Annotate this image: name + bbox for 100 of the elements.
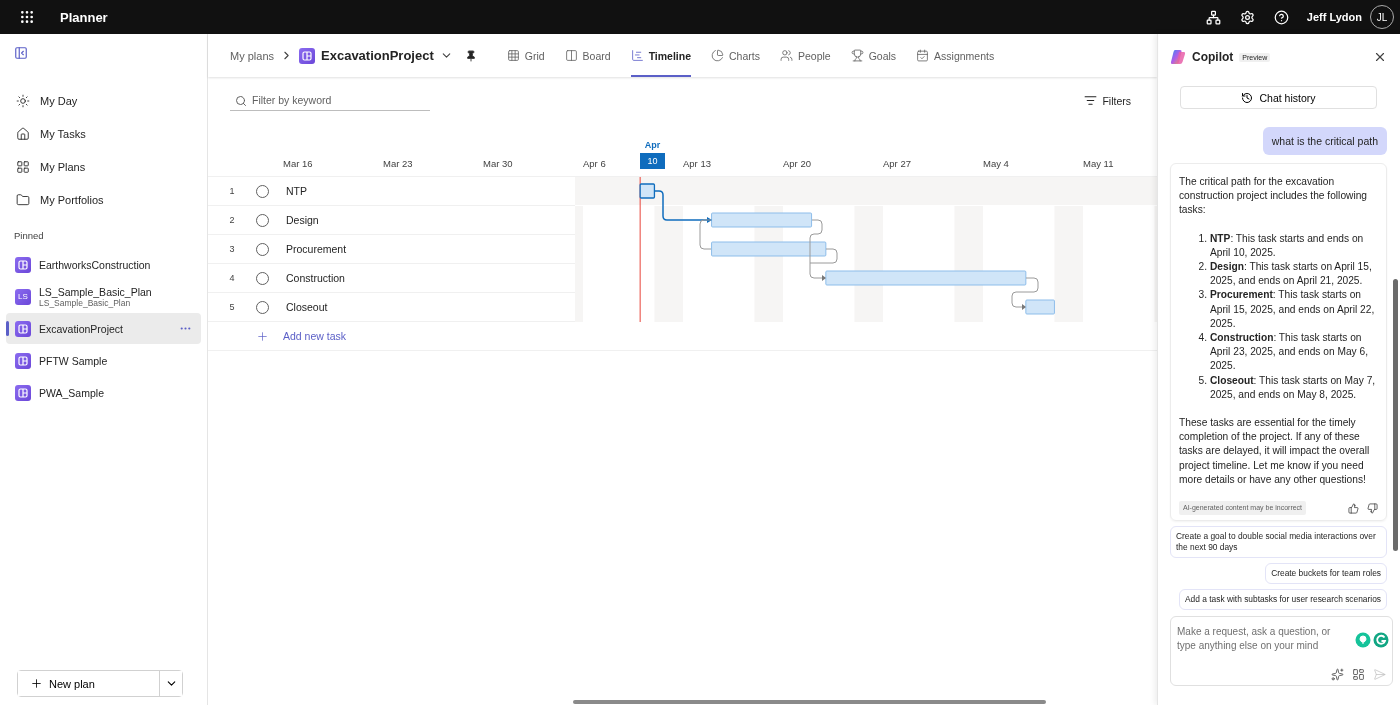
pinned-plan[interactable]: EarthworksConstruction <box>6 249 201 280</box>
view-tab[interactable]: Assignments <box>916 34 995 77</box>
grid-icon <box>506 49 520 62</box>
dependency-arrow <box>1011 277 1039 310</box>
plan-subtitle: LS_Sample_Basic_Plan <box>39 297 131 308</box>
dependency-line <box>699 219 712 250</box>
nav-item[interactable]: My Plans <box>6 150 201 183</box>
apps-icon[interactable] <box>1352 668 1365 682</box>
breadcrumb-link[interactable]: My plans <box>230 49 275 62</box>
plan-name: ExcavationProject <box>39 322 125 335</box>
week-label: May 4 <box>983 158 1009 169</box>
week-label: Mar 16 <box>283 158 313 169</box>
dependency-arrow <box>654 190 712 223</box>
today-marker: 10 <box>640 153 665 169</box>
user-name: Jeff Lydon <box>1306 11 1362 23</box>
list-number: 1. <box>1197 231 1207 246</box>
filter-icon <box>1084 94 1098 107</box>
view-tab[interactable]: Board <box>564 34 611 77</box>
list-item-text: Procurement: This task starts on April 15, 2025, and ends on April 22, 2025. <box>1210 288 1376 331</box>
view-tab[interactable]: Timeline <box>630 34 692 77</box>
sun-icon <box>16 93 30 108</box>
plan-title: ExcavationProject <box>321 48 434 63</box>
complete-checkbox[interactable] <box>256 242 269 256</box>
task-name[interactable]: Closeout <box>286 301 328 313</box>
board-icon <box>564 49 578 62</box>
composer-panel[interactable]: Make a request, ask a question, or type anything else on your mind <box>1170 616 1393 687</box>
nav-label: My Tasks <box>40 127 86 140</box>
row-number: 1 <box>228 186 236 196</box>
section-label: Pinned <box>13 230 45 241</box>
plan-icon <box>15 384 31 401</box>
pinned-plan[interactable]: LS LS_Sample_Basic_Plan LS_Sample_Basic_Plan <box>6 281 201 312</box>
pinned-plan[interactable]: PFTW Sample <box>6 345 201 376</box>
thumbs-down-icon[interactable] <box>1367 502 1378 514</box>
new-plan-button[interactable]: New plan <box>18 671 160 696</box>
search-icon <box>235 95 247 107</box>
nav-item[interactable]: My Tasks <box>6 117 201 150</box>
plan-name: PFTW Sample <box>39 354 109 367</box>
suggestion-chip[interactable]: Create buckets for team roles <box>1265 563 1387 585</box>
month-label: Apr <box>644 140 661 150</box>
task-name[interactable]: Procurement <box>286 243 347 255</box>
thumbs-up-icon[interactable] <box>1348 502 1359 514</box>
app-title: Planner <box>60 9 109 25</box>
response-text: The critical path for the excavation construction project includes the following tasks: <box>1179 175 1368 218</box>
panel-title: Copilot <box>1192 50 1234 64</box>
suggestion-chip[interactable]: Create a goal to double social media interactions over the next 90 days <box>1170 526 1387 559</box>
pinned-plan[interactable]: ExcavationProject <box>6 313 201 344</box>
view-tab[interactable]: Charts <box>711 34 760 77</box>
scrollbar[interactable] <box>1393 279 1398 551</box>
list-item-text: Closeout: This task starts on May 7, 2025, and ends on May 8, 2025. <box>1210 373 1377 402</box>
row-number: 5 <box>228 302 236 312</box>
timeline-icon <box>630 49 644 62</box>
pin-icon[interactable] <box>464 49 477 62</box>
folder-icon <box>16 192 30 207</box>
nav-item[interactable]: My Portfolios <box>6 183 201 216</box>
view-tab[interactable]: Goals <box>850 34 897 77</box>
pie-chart-icon <box>711 49 725 62</box>
sparkle-icon[interactable] <box>1331 668 1344 682</box>
search-field[interactable]: Filter by keyword <box>230 90 430 111</box>
list-item-text: Design: This task starts on April 15, 2025, and ends on April 21, 2025. <box>1210 260 1373 289</box>
plan-name: PWA_Sample <box>39 386 105 399</box>
task-name[interactable]: NTP <box>286 185 307 197</box>
trophy-icon <box>850 49 864 62</box>
row-number: 2 <box>228 215 236 225</box>
row-number: 3 <box>228 244 236 254</box>
week-label: Mar 23 <box>383 158 413 169</box>
grid-icon <box>16 159 30 174</box>
nav-label: My Portfolios <box>40 193 104 206</box>
plan-icon <box>299 47 316 64</box>
week-label: May 11 <box>1083 158 1114 169</box>
week-label: Apr 27 <box>883 158 911 169</box>
nav-item[interactable]: My Day <box>6 84 201 117</box>
calendar-icon <box>916 49 930 62</box>
list-item-text: NTP: This task starts and ends on April 10, 2025. <box>1210 231 1365 260</box>
task-name[interactable]: Construction <box>286 272 345 284</box>
filters-button[interactable]: Filters <box>1078 93 1137 108</box>
list-number: 3. <box>1197 288 1207 303</box>
week-label: Mar 30 <box>483 158 513 169</box>
view-tab[interactable]: People <box>779 34 831 77</box>
house-icon <box>16 126 30 141</box>
task-bar[interactable] <box>639 183 656 199</box>
complete-checkbox[interactable] <box>256 271 269 285</box>
view-tab[interactable]: Grid <box>506 34 545 77</box>
complete-checkbox[interactable] <box>256 184 269 198</box>
people-icon <box>779 49 793 62</box>
scrollbar[interactable] <box>573 700 1046 704</box>
dependency-arrow <box>809 219 838 281</box>
suggestion-chip[interactable]: Add a task with subtasks for user research scenarios <box>1179 589 1387 611</box>
add-task-button[interactable]: Add new task <box>208 329 347 343</box>
week-label: Apr 13 <box>683 158 711 169</box>
chat-history-button[interactable]: Chat history <box>1180 86 1377 109</box>
complete-checkbox[interactable] <box>256 213 269 227</box>
plan-icon: LS <box>15 288 31 305</box>
close-icon[interactable] <box>1373 50 1387 64</box>
pinned-plan[interactable]: PWA_Sample <box>6 377 201 408</box>
plan-icon <box>15 352 31 369</box>
plan-icon <box>15 256 31 273</box>
complete-checkbox[interactable] <box>256 300 269 314</box>
task-name[interactable]: Design <box>286 214 319 226</box>
list-number: 2. <box>1197 260 1207 274</box>
list-item-text: Construction: This task starts on April 23, 2025, and ends on May 6, 2025. <box>1210 331 1369 374</box>
